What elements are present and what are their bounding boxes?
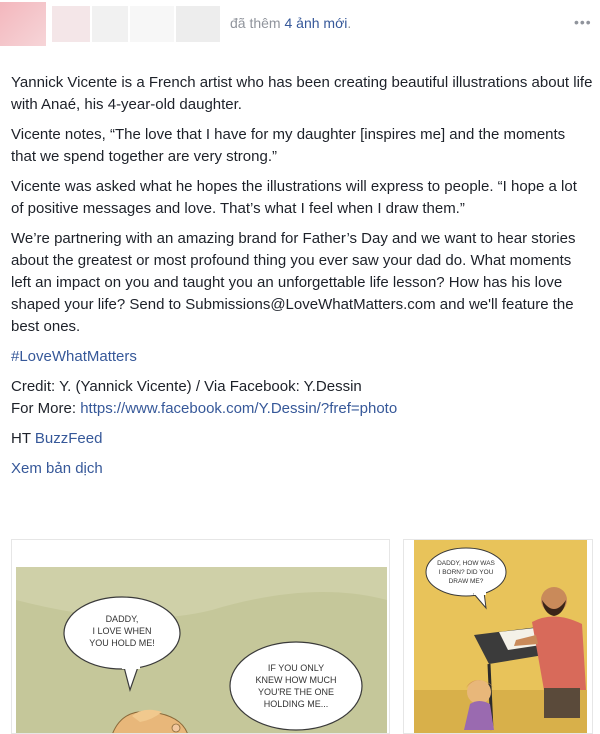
avatar[interactable] xyxy=(0,2,46,46)
hashtag-link[interactable]: #LoveWhatMatters xyxy=(11,346,593,368)
post-photo-1[interactable]: DADDY, I LOVE WHEN YOU HOLD ME! IF YOU O… xyxy=(11,539,390,734)
post-photo-2[interactable]: DADDY, HOW WAS I BORN? DID YOU DRAW ME? xyxy=(403,539,593,734)
more-options-icon[interactable]: ••• xyxy=(574,14,592,30)
bubble-2-line-3: YOU'RE THE ONE xyxy=(258,687,334,697)
for-more-label: For More: xyxy=(11,400,81,417)
action-suffix: . xyxy=(347,15,352,31)
bubble-line-3: DRAW ME? xyxy=(449,578,484,585)
author-name-blurred[interactable] xyxy=(52,6,90,42)
see-translation-link[interactable]: Xem bản dịch xyxy=(11,458,593,480)
post-paragraph: We’re partnering with an amazing brand f… xyxy=(11,230,576,335)
bubble-2-line-4: HOLDING ME... xyxy=(264,699,329,709)
for-more-url-link[interactable]: https://www.facebook.com/Y.Dessin/?fref=… xyxy=(80,400,397,417)
post-action-text: đã thêm 4 ảnh mới. xyxy=(230,15,351,31)
facebook-post: đã thêm 4 ảnh mới. ••• Yannick Vicente i… xyxy=(0,0,600,734)
bubble-line-1: DADDY, HOW WAS xyxy=(437,560,495,567)
comic-illustration-drawing-desk: DADDY, HOW WAS I BORN? DID YOU DRAW ME? xyxy=(404,540,592,733)
post-paragraph: Vicente was asked what he hopes the illu… xyxy=(11,178,577,217)
bubble-1-line-3: YOU HOLD ME! xyxy=(89,638,155,648)
buzzfeed-link[interactable]: BuzzFeed xyxy=(35,430,103,447)
bubble-1-line-2: I LOVE WHEN xyxy=(92,626,151,636)
credit-line: Credit: Y. (Yannick Vicente) / Via Faceb… xyxy=(11,378,362,395)
ht-line: HT BuzzFeed xyxy=(11,428,593,450)
author-name-blurred[interactable] xyxy=(92,6,128,42)
new-photos-link[interactable]: 4 ảnh mới xyxy=(284,15,347,31)
ht-label: HT xyxy=(11,430,35,447)
author-name-blurred[interactable] xyxy=(130,6,174,42)
bubble-1-line-1: DADDY, xyxy=(106,614,139,624)
author-name-blurred[interactable] xyxy=(176,6,220,42)
post-header: đã thêm 4 ảnh mới. ••• xyxy=(0,0,600,50)
post-paragraph: Vicente notes, “The love that I have for… xyxy=(11,126,566,165)
post-paragraph: Yannick Vicente is a French artist who h… xyxy=(11,74,593,113)
bubble-line-2: I BORN? DID YOU xyxy=(439,569,494,576)
bubble-2-line-1: IF YOU ONLY xyxy=(268,663,324,673)
for-more-line: For More: https://www.facebook.com/Y.Des… xyxy=(11,398,593,420)
post-body: Yannick Vicente is a French artist who h… xyxy=(11,72,593,480)
bubble-2-line-2: KNEW HOW MUCH xyxy=(256,675,337,685)
comic-illustration-father-daughter: DADDY, I LOVE WHEN YOU HOLD ME! IF YOU O… xyxy=(12,540,389,733)
action-prefix: đã thêm xyxy=(230,15,281,31)
